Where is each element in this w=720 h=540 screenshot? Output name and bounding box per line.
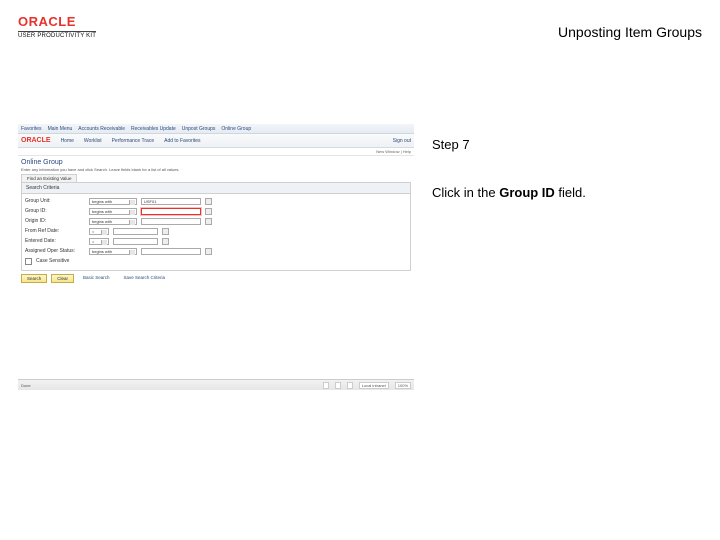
- topic-title: Unposting Item Groups: [558, 24, 702, 40]
- status-zone: Local intranet: [359, 382, 389, 389]
- label-assign-status: Assigned Oper Status:: [25, 248, 85, 254]
- clear-button[interactable]: Clear: [51, 274, 74, 283]
- app-logo: ORACLE: [21, 137, 51, 144]
- lookup-icon[interactable]: [205, 208, 212, 215]
- step-text-bold: Group ID: [499, 185, 555, 200]
- breadcrumb: Favorites Main Menu Accounts Receivable …: [18, 124, 414, 134]
- step-text-after: field.: [555, 185, 586, 200]
- save-criteria-link[interactable]: Save Search Criteria: [119, 274, 171, 283]
- row-group-unit: Group Unit: begins with USF01: [25, 197, 407, 205]
- status-seg: [335, 382, 341, 389]
- status-seg: [323, 382, 329, 389]
- button-row: Search Clear Basic Search Save Search Cr…: [21, 274, 411, 283]
- brand-logo: ORACLE: [18, 14, 96, 29]
- tab-existing-value[interactable]: Find an Existing Value: [21, 174, 77, 182]
- nav-link-fav[interactable]: Add to Favorites: [164, 138, 200, 144]
- nav-link-worklist[interactable]: Worklist: [84, 138, 102, 144]
- label-origin-id: Origin ID:: [25, 218, 85, 224]
- page-description: Enter any information you have and click…: [18, 167, 414, 174]
- calendar-icon[interactable]: [162, 238, 169, 245]
- label-group-id: Group ID:: [25, 208, 85, 214]
- row-origin-id: Origin ID: begins with: [25, 217, 407, 225]
- input-entered-date[interactable]: [113, 238, 158, 245]
- status-zoom: 100%: [395, 382, 411, 389]
- panel-title: Search Criteria: [22, 183, 410, 194]
- select-group-unit-op[interactable]: begins with: [89, 198, 137, 205]
- status-bar: Done Local intranet 100%: [18, 379, 414, 390]
- row-assign-status: Assigned Oper Status: begins with: [25, 247, 407, 255]
- nav-link-perf[interactable]: Performance Trace: [112, 138, 155, 144]
- lookup-icon[interactable]: [205, 198, 212, 205]
- breadcrumb-item[interactable]: Main Menu: [48, 126, 73, 132]
- select-entered-date-op[interactable]: =: [89, 238, 109, 245]
- breadcrumb-item[interactable]: Favorites: [21, 126, 42, 132]
- instruction-panel: Step 7 Click in the Group ID field.: [432, 136, 692, 202]
- search-panel: Search Criteria Group Unit: begins with …: [21, 182, 411, 271]
- label-group-unit: Group Unit:: [25, 198, 85, 204]
- tab-row: Find an Existing Value: [18, 174, 414, 182]
- status-done: Done: [21, 383, 31, 388]
- select-origin-id-op[interactable]: begins with: [89, 218, 137, 225]
- search-button[interactable]: Search: [21, 274, 47, 283]
- app-screenshot: Favorites Main Menu Accounts Receivable …: [18, 124, 414, 390]
- step-text: Click in the Group ID field.: [432, 184, 692, 202]
- sub-links[interactable]: New Window | Help: [18, 148, 414, 156]
- row-from-ref: From Ref Date: =: [25, 227, 407, 235]
- breadcrumb-item[interactable]: Online Group: [221, 126, 251, 132]
- basic-search-link[interactable]: Basic Search: [78, 274, 115, 283]
- app-header: ORACLE Home Worklist Performance Trace A…: [18, 134, 414, 148]
- calendar-icon[interactable]: [162, 228, 169, 235]
- row-entered-date: Entered Date: =: [25, 237, 407, 245]
- label-entered-date: Entered Date:: [25, 238, 85, 244]
- page-title: Online Group: [18, 156, 414, 167]
- brand-subtitle: USER PRODUCTIVITY KIT: [18, 31, 96, 39]
- nav-link-home[interactable]: Home: [61, 138, 74, 144]
- step-text-before: Click in the: [432, 185, 499, 200]
- input-group-unit[interactable]: USF01: [141, 198, 201, 205]
- breadcrumb-item[interactable]: Accounts Receivable: [78, 126, 125, 132]
- step-label: Step 7: [432, 136, 692, 154]
- breadcrumb-item[interactable]: Unpost Groups: [182, 126, 216, 132]
- input-origin-id[interactable]: [141, 218, 201, 225]
- checkbox-case-sensitive[interactable]: [25, 258, 32, 265]
- input-group-id[interactable]: [141, 208, 201, 215]
- breadcrumb-item[interactable]: Receivables Update: [131, 126, 176, 132]
- brand-block: ORACLE USER PRODUCTIVITY KIT: [18, 14, 96, 39]
- row-case-sensitive: Case Sensitive: [25, 257, 407, 265]
- lookup-icon[interactable]: [205, 248, 212, 255]
- label-case-sensitive: Case Sensitive: [36, 258, 69, 264]
- status-seg: [347, 382, 353, 389]
- select-assign-status-op[interactable]: begins with: [89, 248, 137, 255]
- input-assign-status[interactable]: [141, 248, 201, 255]
- row-group-id: Group ID: begins with: [25, 207, 407, 215]
- select-group-id-op[interactable]: begins with: [89, 208, 137, 215]
- nav-link-signout[interactable]: Sign out: [393, 138, 411, 144]
- select-from-ref-op[interactable]: =: [89, 228, 109, 235]
- input-from-ref[interactable]: [113, 228, 158, 235]
- label-from-ref: From Ref Date:: [25, 228, 85, 234]
- lookup-icon[interactable]: [205, 218, 212, 225]
